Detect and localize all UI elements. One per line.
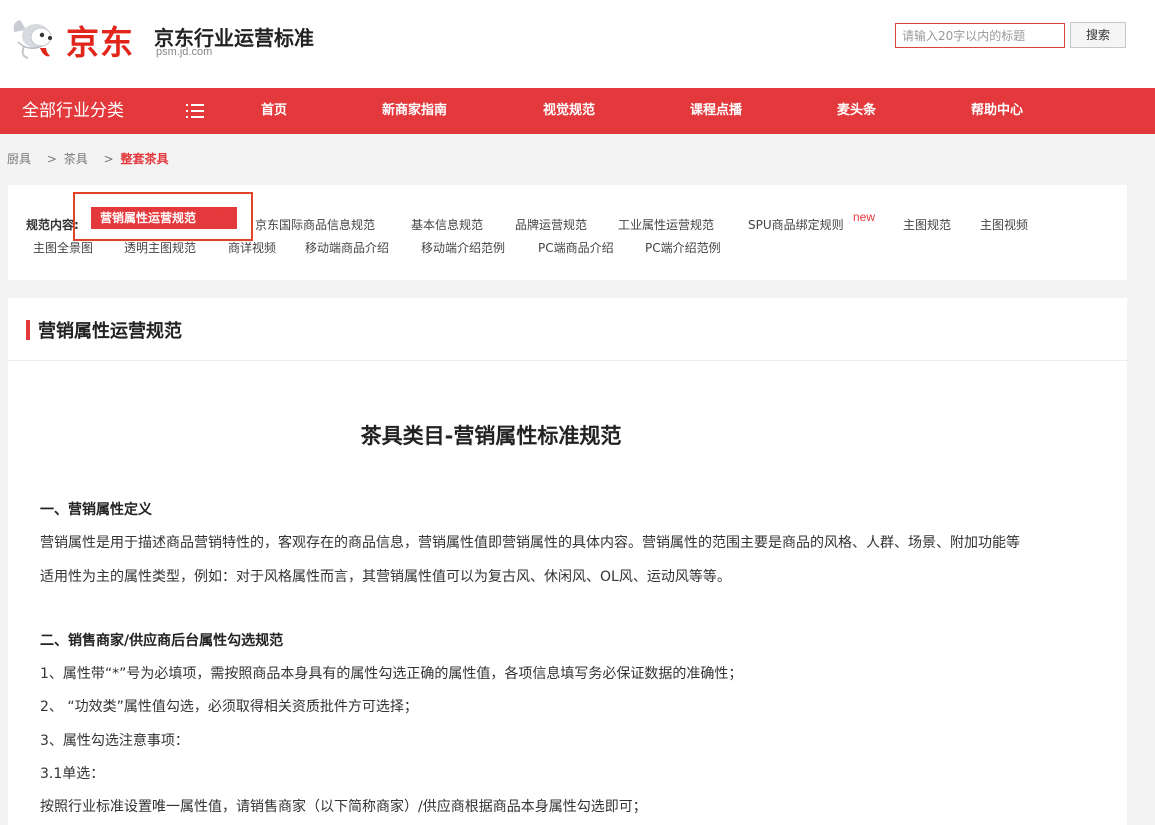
jd-logo-text[interactable]: 京东 bbox=[66, 16, 134, 64]
section-divider bbox=[8, 360, 1127, 361]
rule-item-3-1: 3.1单选： bbox=[40, 766, 105, 782]
rule-item-3-1-desc: 按照行业标准设置唯一属性值，请销售商家（以下简称商家）/供应商根据商品本身属性勾… bbox=[40, 799, 647, 815]
category-link-main-video[interactable]: 主图视频 bbox=[980, 216, 1028, 233]
category-link-spu-binding[interactable]: SPU商品绑定规则 bbox=[748, 216, 844, 233]
search-input[interactable] bbox=[895, 23, 1065, 48]
paragraph-definition-line1: 营销属性是用于描述商品营销特性的，客观存在的商品信息，营销属性值即营销属性的具体… bbox=[40, 535, 1020, 551]
breadcrumb: 厨具 > 茶具 > 整套茶具 bbox=[7, 150, 168, 170]
category-link-pc-intro-example[interactable]: PC端介绍范例 bbox=[645, 239, 721, 256]
category-link-basic-info[interactable]: 基本信息规范 bbox=[411, 216, 483, 233]
selection-highlight-box bbox=[73, 192, 253, 241]
nav-visual-standards[interactable]: 视觉规范 bbox=[543, 88, 595, 134]
main-content: 营销属性运营规范 茶具类目-营销属性标准规范 一、营销属性定义 营销属性是用于描… bbox=[8, 298, 1127, 825]
rule-item-3: 3、属性勾选注意事项： bbox=[40, 733, 189, 749]
category-link-main-image[interactable]: 主图规范 bbox=[903, 216, 951, 233]
category-link-detail-video[interactable]: 商详视频 bbox=[228, 239, 276, 256]
category-link-transparent-image[interactable]: 透明主图规范 bbox=[124, 239, 196, 256]
heading-definition: 一、营销属性定义 bbox=[40, 502, 152, 518]
main-nav: 全部行业分类 首页 新商家指南 视觉规范 课程点播 麦头条 帮助中心 bbox=[0, 88, 1155, 134]
nav-help-center[interactable]: 帮助中心 bbox=[971, 88, 1023, 134]
nav-mai-headlines[interactable]: 麦头条 bbox=[837, 88, 876, 134]
breadcrumb-item-tea-ware[interactable]: 茶具 bbox=[64, 152, 88, 166]
section-accent-bar bbox=[26, 320, 30, 340]
site-header: 京东 京东行业运营标准 psm.jd.com 搜索 bbox=[0, 0, 1155, 88]
menu-list-icon[interactable] bbox=[186, 103, 204, 119]
jd-dog-mascot-icon[interactable] bbox=[10, 12, 66, 60]
nav-home[interactable]: 首页 bbox=[261, 88, 287, 134]
search-button[interactable]: 搜索 bbox=[1070, 22, 1126, 48]
category-link-pc-intro[interactable]: PC端商品介绍 bbox=[538, 239, 614, 256]
category-link-panorama[interactable]: 主图全景图 bbox=[33, 239, 93, 256]
rule-item-2: 2、 “功效类”属性值勾选，必须取得相关资质批件方可选择； bbox=[40, 699, 418, 715]
rule-item-1: 1、属性带“*”号为必填项，需按照商品本身具有的属性勾选正确的属性值，各项信息填… bbox=[40, 666, 743, 682]
category-link-jd-international[interactable]: 京东国际商品信息规范 bbox=[255, 216, 375, 233]
new-badge: new bbox=[853, 210, 876, 224]
section-title: 营销属性运营规范 bbox=[38, 321, 182, 342]
category-link-mobile-intro-example[interactable]: 移动端介绍范例 bbox=[421, 239, 505, 256]
nav-courses[interactable]: 课程点播 bbox=[690, 88, 742, 134]
category-link-brand-operations[interactable]: 品牌运营规范 bbox=[515, 216, 587, 233]
breadcrumb-separator: > bbox=[103, 152, 114, 166]
paragraph-definition-line2: 适用性为主的属性类型，例如：对于风格属性而言，其营销属性值可以为复古风、休闲风、… bbox=[40, 569, 731, 585]
breadcrumb-item-kitchenware[interactable]: 厨具 bbox=[7, 152, 31, 166]
category-link-mobile-intro[interactable]: 移动端商品介绍 bbox=[305, 239, 389, 256]
standards-content-label: 规范内容: bbox=[26, 218, 79, 232]
breadcrumb-item-current: 整套茶具 bbox=[120, 152, 169, 166]
nav-new-merchant-guide[interactable]: 新商家指南 bbox=[382, 88, 447, 134]
breadcrumb-separator: > bbox=[46, 152, 57, 166]
category-link-industrial-attributes[interactable]: 工业属性运营规范 bbox=[618, 216, 714, 233]
document-title: 茶具类目-营销属性标准规范 bbox=[360, 424, 622, 448]
all-categories-label[interactable]: 全部行业分类 bbox=[22, 88, 124, 134]
heading-backend-selection: 二、销售商家/供应商后台属性勾选规范 bbox=[40, 633, 284, 649]
site-url: psm.jd.com bbox=[156, 46, 213, 58]
